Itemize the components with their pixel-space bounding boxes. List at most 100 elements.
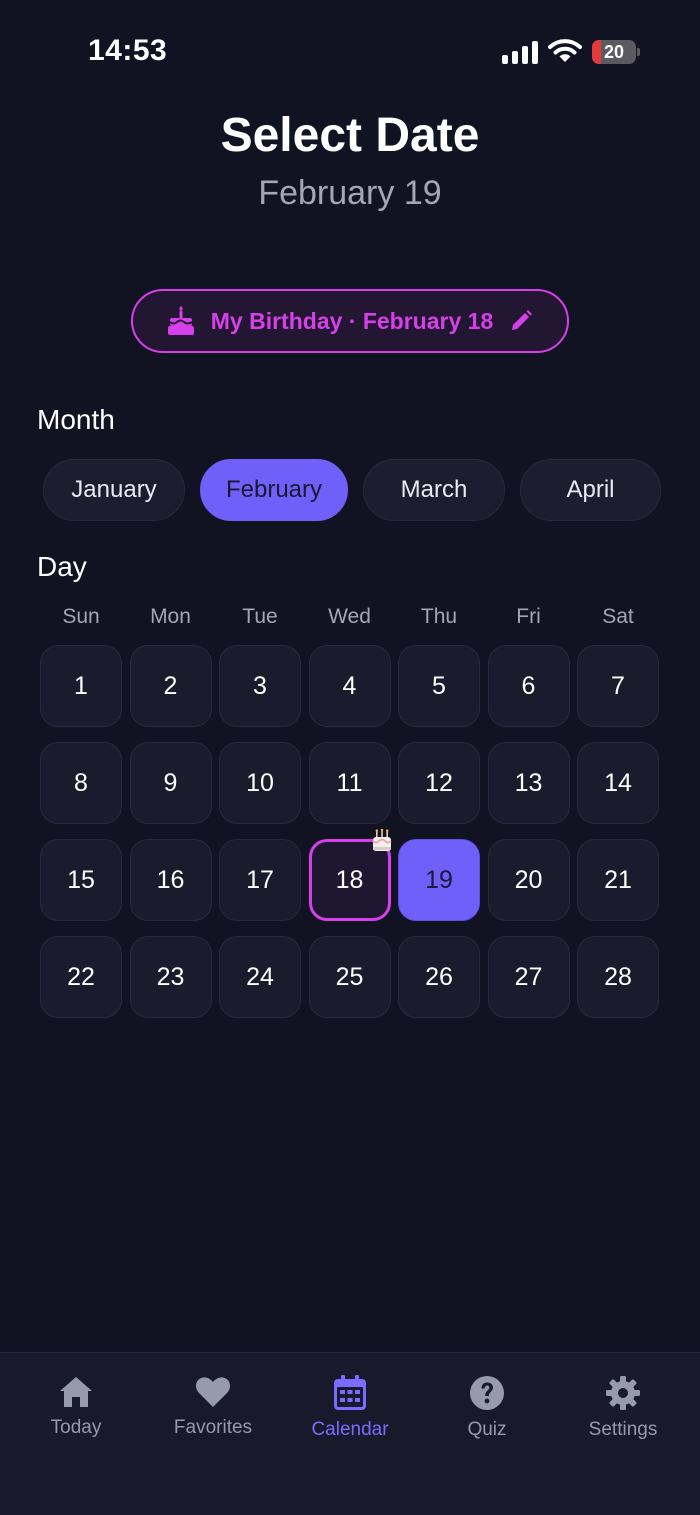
battery-level: 20 xyxy=(603,42,625,62)
tab-label: Calendar xyxy=(311,1419,389,1440)
tab-label: Quiz xyxy=(467,1419,507,1440)
day-cell[interactable]: 4 xyxy=(308,645,391,727)
tab-bar: Today Favorites Calendar Quiz Settings xyxy=(0,1352,700,1515)
weekday-label: Thu xyxy=(420,605,458,628)
day-number: 17 xyxy=(246,865,274,894)
day-number: 26 xyxy=(425,962,453,991)
selected-date-subtitle: February 19 xyxy=(258,174,442,212)
home-icon xyxy=(60,1377,92,1407)
day-number: 18 xyxy=(335,865,364,894)
heart-icon xyxy=(195,1377,231,1407)
day-cell[interactable]: 28 xyxy=(577,936,659,1018)
weekday-label: Wed xyxy=(328,605,371,628)
tab-quiz[interactable]: Quiz xyxy=(432,1375,542,1455)
day-cell[interactable]: 15 xyxy=(40,839,122,921)
gear-icon xyxy=(606,1376,640,1410)
day-number: 1 xyxy=(74,671,88,700)
day-cell[interactable]: 10 xyxy=(219,742,301,824)
month-section-label: Month xyxy=(37,404,115,435)
day-number: 12 xyxy=(425,768,453,797)
day-number: 2 xyxy=(163,671,178,700)
day-cell[interactable]: 17 xyxy=(219,839,301,921)
page-title: Select Date xyxy=(220,109,480,162)
day-cell-selected[interactable]: 19 xyxy=(398,839,480,921)
cake-icon xyxy=(167,306,194,335)
day-number: 3 xyxy=(253,671,267,700)
day-cell[interactable]: 24 xyxy=(219,936,301,1018)
tab-settings[interactable]: Settings xyxy=(568,1375,678,1455)
day-number: 11 xyxy=(336,768,363,797)
month-chip-january[interactable]: January xyxy=(43,459,185,521)
day-number: 7 xyxy=(611,671,625,700)
day-number: 4 xyxy=(342,671,357,700)
tab-calendar[interactable]: Calendar xyxy=(295,1375,405,1455)
month-chip-april[interactable]: April xyxy=(520,459,661,521)
weekday-label: Fri xyxy=(516,605,541,628)
question-circle-icon xyxy=(470,1376,504,1410)
tab-label: Today xyxy=(50,1417,102,1438)
day-cell[interactable]: 23 xyxy=(129,936,212,1018)
day-cell[interactable]: 22 xyxy=(40,936,122,1018)
day-cell[interactable]: 14 xyxy=(577,742,659,824)
day-cell[interactable]: 13 xyxy=(487,742,570,824)
day-cell-birthday[interactable]: 18 xyxy=(308,829,392,921)
day-cell[interactable]: 7 xyxy=(577,645,659,727)
weekday-label: Mon xyxy=(150,605,191,628)
day-number: 9 xyxy=(163,768,178,797)
tab-label: Favorites xyxy=(173,1417,253,1438)
battery-icon: 20 xyxy=(592,40,640,64)
day-number: 15 xyxy=(67,865,95,894)
day-number: 14 xyxy=(604,768,632,797)
day-number: 5 xyxy=(432,671,446,700)
day-cell[interactable]: 25 xyxy=(308,936,391,1018)
day-cell[interactable]: 26 xyxy=(398,936,480,1018)
day-grid: 1 2 3 4 5 6 7 8 9 10 11 12 13 14 15 16 17 18 19 20 21 22 23 24 2… xyxy=(40,645,660,1025)
day-number: 10 xyxy=(246,768,274,797)
status-bar: 14:53 20 xyxy=(0,0,700,100)
day-number: 6 xyxy=(521,671,536,700)
day-cell[interactable]: 3 xyxy=(219,645,301,727)
day-cell[interactable]: 9 xyxy=(129,742,212,824)
month-selector: January February March April xyxy=(43,459,661,521)
day-number: 24 xyxy=(246,962,274,991)
status-time: 14:53 xyxy=(88,34,168,67)
tab-today[interactable]: Today xyxy=(21,1375,131,1455)
cellular-signal-icon xyxy=(502,40,538,64)
day-number: 25 xyxy=(335,962,364,991)
month-chip-march[interactable]: March xyxy=(363,459,505,521)
cake-emoji-icon xyxy=(371,829,392,851)
day-number: 23 xyxy=(156,962,185,991)
day-cell[interactable]: 27 xyxy=(487,936,570,1018)
day-cell[interactable]: 11 xyxy=(308,742,391,824)
tab-label: Settings xyxy=(588,1419,658,1440)
day-section-label: Day xyxy=(37,551,87,582)
day-number: 21 xyxy=(604,865,632,894)
day-cell[interactable]: 12 xyxy=(398,742,480,824)
weekday-label: Sun xyxy=(62,605,100,628)
day-number: 28 xyxy=(604,962,632,991)
day-cell[interactable]: 8 xyxy=(40,742,122,824)
day-number: 19 xyxy=(425,865,453,894)
tab-favorites[interactable]: Favorites xyxy=(158,1375,268,1455)
day-cell[interactable]: 16 xyxy=(129,839,212,921)
day-number: 16 xyxy=(156,865,185,894)
day-cell[interactable]: 5 xyxy=(398,645,480,727)
day-cell[interactable]: 20 xyxy=(487,839,570,921)
day-cell[interactable]: 1 xyxy=(40,645,122,727)
pencil-icon[interactable] xyxy=(509,309,533,333)
day-cell[interactable]: 2 xyxy=(129,645,212,727)
birthday-label: My Birthday · February 18 xyxy=(210,307,494,334)
birthday-button[interactable]: My Birthday · February 18 xyxy=(131,289,569,353)
wifi-icon xyxy=(548,39,582,62)
weekday-label: Sat xyxy=(602,605,634,628)
month-chip-february[interactable]: February xyxy=(200,459,348,521)
day-number: 20 xyxy=(514,865,543,894)
day-number: 13 xyxy=(514,768,543,797)
day-number: 8 xyxy=(74,768,88,797)
calendar-icon xyxy=(334,1375,366,1410)
day-cell[interactable]: 21 xyxy=(577,839,659,921)
day-cell[interactable]: 6 xyxy=(487,645,570,727)
weekday-label: Tue xyxy=(242,605,278,628)
day-number: 27 xyxy=(514,962,543,991)
weekday-header: Sun Mon Tue Wed Thu Fri Sat xyxy=(40,605,658,635)
